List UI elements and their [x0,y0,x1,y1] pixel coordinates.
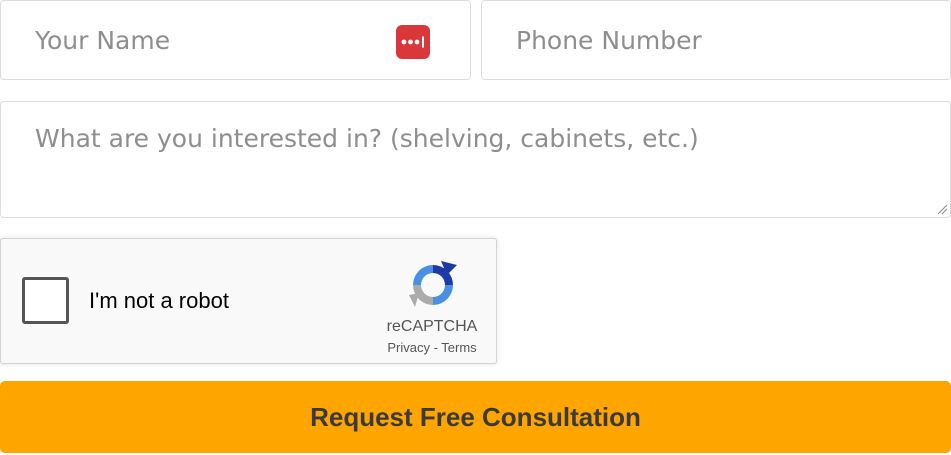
recaptcha-checkbox[interactable] [22,277,69,324]
recaptcha-logo-icon [409,261,457,307]
interest-field-wrapper [0,101,951,218]
recaptcha-brand: reCAPTCHA [386,318,478,335]
contact-form: I'm not a robot reCAPTCHA Privacy - Term… [0,0,951,455]
terms-link[interactable]: Terms [441,340,476,355]
password-manager-icon[interactable] [396,25,430,59]
privacy-link[interactable]: Privacy [387,340,430,355]
name-field-wrapper [0,0,471,80]
phone-input[interactable] [482,1,950,79]
recaptcha-links: Privacy - Terms [373,340,491,355]
request-consultation-button[interactable]: Request Free Consultation [0,381,951,453]
phone-field-wrapper [481,0,951,80]
recaptcha-widget: I'm not a robot reCAPTCHA Privacy - Term… [0,238,497,364]
resize-grip-icon[interactable] [936,203,948,215]
interest-textarea[interactable] [1,102,950,217]
links-separator: - [429,340,442,355]
lastpass-dots-icon [401,36,424,48]
recaptcha-label: I'm not a robot [89,288,229,313]
